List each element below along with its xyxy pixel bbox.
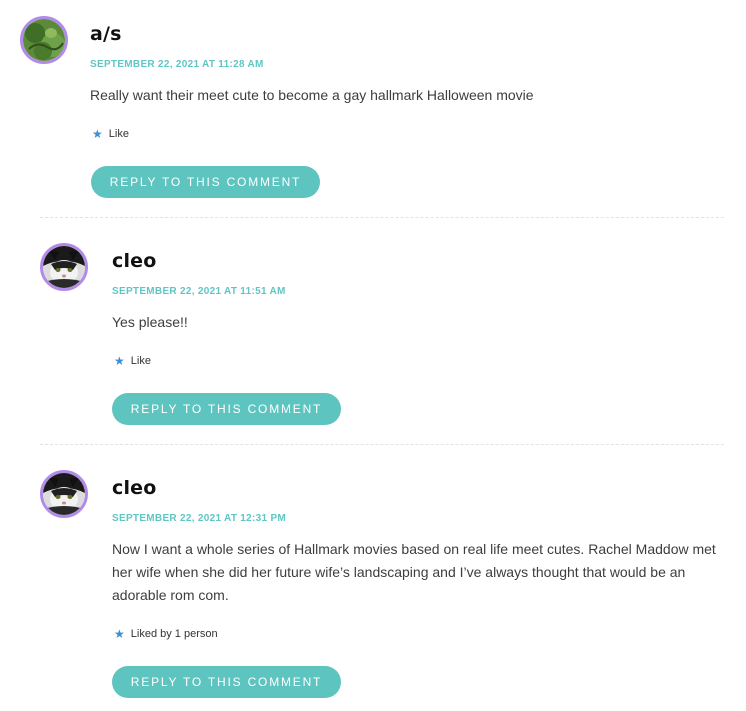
- comment-date[interactable]: SEPTEMBER 22, 2021 AT 11:28 AM: [90, 59, 264, 70]
- like-button[interactable]: ★ Like: [92, 128, 129, 140]
- like-label: Like: [108, 128, 129, 140]
- star-icon: ★: [114, 627, 125, 641]
- avatar[interactable]: [40, 243, 88, 291]
- like-label: Liked by 1 person: [130, 628, 218, 640]
- reply-button[interactable]: REPLY TO THIS COMMENT: [91, 166, 320, 198]
- comment-text: Really want their meet cute to become a …: [90, 87, 534, 103]
- black-white-cat-avatar-icon: [43, 473, 85, 515]
- like-button[interactable]: ★ Like: [114, 355, 151, 367]
- avatar[interactable]: [40, 470, 88, 518]
- comment-author[interactable]: a/s: [90, 23, 122, 45]
- black-white-cat-avatar-icon: [43, 246, 85, 288]
- green-bird-avatar-icon: [23, 19, 65, 61]
- like-label: Like: [130, 355, 151, 367]
- reply-button[interactable]: REPLY TO THIS COMMENT: [112, 666, 341, 698]
- comment-text: Yes please!!: [112, 314, 188, 330]
- reply-button[interactable]: REPLY TO THIS COMMENT: [112, 393, 341, 425]
- comment-divider: [40, 444, 724, 445]
- comment-text: Now I want a whole series of Hallmark mo…: [112, 541, 716, 603]
- avatar[interactable]: [20, 16, 68, 64]
- comment-author[interactable]: cleo: [112, 250, 157, 272]
- comment-author[interactable]: cleo: [112, 477, 157, 499]
- star-icon: ★: [92, 127, 103, 141]
- comment-thread: a/s SEPTEMBER 22, 2021 AT 11:28 AM Reall…: [0, 0, 746, 711]
- comment-date[interactable]: SEPTEMBER 22, 2021 AT 12:31 PM: [112, 513, 286, 524]
- star-icon: ★: [114, 354, 125, 368]
- like-button[interactable]: ★ Liked by 1 person: [114, 628, 218, 640]
- comment-date[interactable]: SEPTEMBER 22, 2021 AT 11:51 AM: [112, 286, 286, 297]
- comment-divider: [40, 217, 724, 218]
